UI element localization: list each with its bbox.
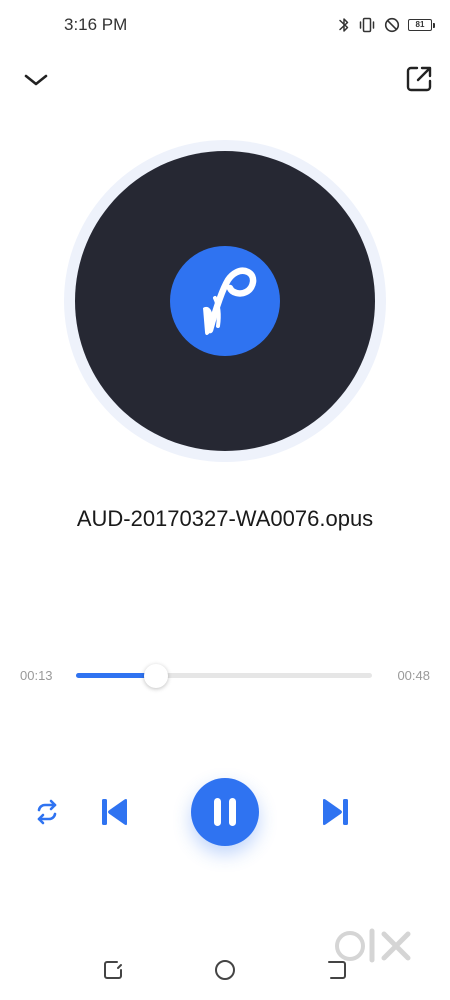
home-icon [215, 960, 235, 980]
total-time: 00:48 [397, 668, 430, 683]
previous-button[interactable] [98, 795, 132, 829]
progress-thumb[interactable] [144, 664, 169, 688]
vibrate-icon [359, 17, 375, 33]
track-title: AUD-20170327-WA0076.opus [76, 506, 374, 531]
progress-slider[interactable] [76, 664, 372, 688]
repeat-icon [37, 799, 57, 825]
collapse-button[interactable] [22, 66, 50, 94]
music-player-screen: 3:16 PM 81 AUD-20170327-WA0076.opus 00:1… [0, 0, 450, 1000]
bluetooth-icon [339, 18, 349, 32]
status-bar: 3:16 PM 81 [0, 0, 450, 50]
album-art-badge [170, 246, 280, 356]
previous-icon [102, 798, 127, 826]
home-button[interactable] [213, 958, 237, 982]
do-not-disturb-icon [384, 17, 400, 33]
current-time: 00:13 [20, 668, 53, 683]
next-button[interactable] [318, 795, 352, 829]
pause-button[interactable] [191, 778, 259, 846]
music-note-icon [203, 267, 257, 335]
battery-icon: 81 [408, 19, 435, 31]
recents-icon [104, 961, 122, 979]
share-icon [406, 66, 432, 92]
back-button[interactable] [325, 958, 349, 982]
chevron-down-icon [24, 74, 48, 86]
next-icon [323, 798, 348, 826]
pause-icon [214, 798, 236, 826]
back-icon [328, 961, 346, 979]
status-time: 3:16 PM [64, 15, 128, 34]
status-icons: 81 [338, 14, 435, 36]
battery-level: 81 [415, 20, 425, 29]
share-button[interactable] [404, 64, 434, 94]
repeat-button[interactable] [30, 795, 64, 829]
recents-button[interactable] [101, 958, 125, 982]
